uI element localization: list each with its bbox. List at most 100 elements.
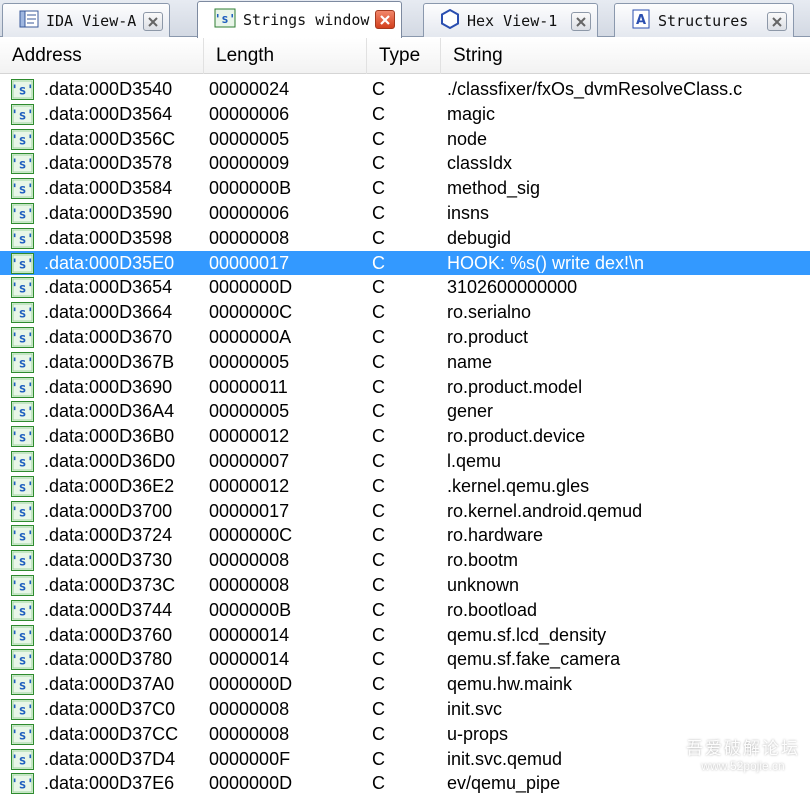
string-cell: classIdx bbox=[447, 153, 513, 174]
length-cell: 0000000C bbox=[209, 525, 293, 546]
close-icon[interactable] bbox=[767, 12, 787, 31]
type-cell: C bbox=[372, 649, 385, 670]
table-row[interactable]: 's' .data:000D37C0 00000008 Cinit.svc bbox=[0, 697, 810, 722]
table-row[interactable]: 's' .data:000D3700 00000017 Cro.kernel.andr… bbox=[0, 499, 810, 524]
close-icon[interactable] bbox=[375, 10, 395, 29]
address-cell: .data:000D35E0 bbox=[44, 252, 175, 273]
table-row[interactable]: 's' .data:000D3584 0000000B Cmethod_sig bbox=[0, 176, 810, 201]
type-cell: C bbox=[372, 302, 385, 323]
string-icon: 's' bbox=[11, 773, 34, 795]
string-icon: 's' bbox=[11, 574, 34, 596]
svg-text:'s': 's' bbox=[11, 356, 34, 371]
string-icon: 's' bbox=[11, 103, 34, 125]
tab-hex-view-1[interactable]: Hex View-1 bbox=[423, 3, 598, 37]
type-cell: C bbox=[372, 178, 385, 199]
hex-view-icon bbox=[440, 8, 460, 33]
length-cell: 00000012 bbox=[209, 475, 290, 496]
length-cell: 0000000F bbox=[209, 748, 291, 769]
length-cell: 00000008 bbox=[209, 723, 290, 744]
table-row[interactable]: 's' .data:000D356C 00000005 Cnode bbox=[0, 127, 810, 152]
table-row[interactable]: 's' .data:000D3670 0000000A Cro.product bbox=[0, 325, 810, 350]
string-cell: method_sig bbox=[447, 178, 541, 199]
string-icon: 's' bbox=[11, 326, 34, 348]
length-cell: 0000000D bbox=[209, 277, 293, 298]
table-row[interactable]: 's' .data:000D36B0 00000012 Cro.product.dev… bbox=[0, 424, 810, 449]
type-cell: C bbox=[372, 227, 385, 248]
table-row[interactable]: 's' .data:000D367B 00000005 Cname bbox=[0, 350, 810, 375]
tab-strings-window[interactable]: 's' Strings window bbox=[197, 1, 402, 38]
svg-text:'s': 's' bbox=[11, 555, 34, 570]
type-cell: C bbox=[372, 376, 385, 397]
svg-text:'s': 's' bbox=[11, 183, 34, 198]
table-row[interactable]: 's' .data:000D3654 0000000D C 3102600000000 bbox=[0, 275, 810, 300]
type-cell: C bbox=[372, 426, 385, 447]
table-row[interactable]: 's' .data:000D3760 00000014 Cqemu.sf.lcd_de… bbox=[0, 623, 810, 648]
table-row[interactable]: 's' .data:000D3690 00000011 Cro.product.mod… bbox=[0, 375, 810, 400]
table-row[interactable]: 's' .data:000D3744 0000000B Cro.bootload bbox=[0, 598, 810, 623]
string-icon: 's' bbox=[11, 401, 34, 423]
string-icon: 's' bbox=[11, 624, 34, 646]
string-icon: 's' bbox=[11, 302, 34, 324]
address-cell: .data:000D367B bbox=[44, 351, 175, 372]
string-icon: 's' bbox=[11, 202, 34, 224]
table-row[interactable]: 's' .data:000D3540 00000024 C ./classfixer/f… bbox=[0, 77, 810, 102]
type-cell: C bbox=[372, 401, 385, 422]
table-row[interactable]: 's' .data:000D35E0 00000017 C HOOK: %s() wri… bbox=[0, 250, 810, 276]
length-cell: 00000014 bbox=[209, 649, 290, 670]
svg-text:'s': 's' bbox=[11, 381, 34, 396]
address-cell: .data:000D3760 bbox=[44, 624, 173, 645]
table-row[interactable]: 's' .data:000D3664 0000000C Cro.serialno bbox=[0, 300, 810, 325]
svg-text:'s': 's' bbox=[11, 579, 34, 594]
type-cell: C bbox=[372, 103, 385, 124]
type-cell: C bbox=[372, 723, 385, 744]
column-header-type[interactable]: Type bbox=[367, 38, 441, 74]
table-row[interactable]: 's' .data:000D3780 00000014 Cqemu.sf.fake_c… bbox=[0, 647, 810, 672]
table-row[interactable]: 's' .data:000D3578 00000009 CclassIdx bbox=[0, 151, 810, 176]
table-row[interactable]: 's' .data:000D36E2 00000012 C .kernel.qemu.g… bbox=[0, 474, 810, 499]
table-row[interactable]: 's' .data:000D36A4 00000005 Cgener bbox=[0, 399, 810, 424]
column-header-address[interactable]: Address bbox=[0, 38, 204, 74]
address-cell: .data:000D3578 bbox=[44, 153, 173, 174]
svg-text:'s': 's' bbox=[11, 406, 34, 421]
string-icon: 's' bbox=[11, 450, 34, 472]
length-cell: 0000000A bbox=[209, 326, 292, 347]
close-icon[interactable] bbox=[571, 12, 591, 31]
table-row[interactable]: 's' .data:000D3564 00000006 Cmagic bbox=[0, 102, 810, 127]
table-row[interactable]: 's' .data:000D3590 00000006 Cinsns bbox=[0, 201, 810, 226]
string-icon: 's' bbox=[11, 227, 34, 249]
svg-text:'s': 's' bbox=[11, 679, 34, 694]
column-header-length[interactable]: Length bbox=[204, 38, 367, 74]
tab-structures[interactable]: A Structures bbox=[614, 3, 794, 37]
string-icon: 's' bbox=[11, 426, 34, 448]
column-header-string[interactable]: String bbox=[441, 38, 810, 74]
address-cell: .data:000D36E2 bbox=[44, 475, 175, 496]
length-cell: 0000000C bbox=[209, 302, 293, 323]
tab-label: IDA View-A bbox=[46, 11, 137, 30]
tab-bar: IDA View-A 's' Strings window Hex View-1 bbox=[0, 0, 810, 38]
type-cell: C bbox=[372, 698, 385, 719]
string-cell: unknown bbox=[447, 574, 520, 595]
string-icon: 's' bbox=[11, 351, 34, 373]
table-row[interactable]: 's' .data:000D3730 00000008 Cro.bootm bbox=[0, 548, 810, 573]
tab-ida-view-a[interactable]: IDA View-A bbox=[2, 3, 170, 37]
address-cell: .data:000D3540 bbox=[44, 79, 173, 99]
close-icon[interactable] bbox=[143, 12, 163, 31]
string-cell: insns bbox=[447, 202, 490, 223]
length-cell: 00000005 bbox=[209, 351, 290, 372]
type-cell: C bbox=[372, 351, 385, 372]
table-row[interactable]: 's' .data:000D3724 0000000C Cro.hardware bbox=[0, 523, 810, 548]
address-cell: .data:000D356C bbox=[44, 128, 176, 149]
table-row[interactable]: 's' .data:000D36D0 00000007 Cl.qemu bbox=[0, 449, 810, 474]
address-cell: .data:000D3584 bbox=[44, 178, 173, 199]
svg-text:'s': 's' bbox=[11, 455, 34, 470]
svg-text:'s': 's' bbox=[11, 629, 34, 644]
string-icon: 's' bbox=[11, 649, 34, 671]
table-row[interactable]: 's' .data:000D373C 00000008 Cunknown bbox=[0, 573, 810, 598]
address-cell: .data:000D3744 bbox=[44, 599, 173, 620]
table-row[interactable]: 's' .data:000D37E6 0000000D Cev/qemu_pipe bbox=[0, 771, 810, 796]
address-cell: .data:000D37E6 bbox=[44, 773, 175, 794]
table-row[interactable]: 's' .data:000D3598 00000008 Cdebugid bbox=[0, 226, 810, 251]
string-icon: 's' bbox=[11, 153, 34, 175]
table-row[interactable]: 's' .data:000D37A0 0000000D Cqemu.hw.maink bbox=[0, 672, 810, 697]
svg-text:'s': 's' bbox=[11, 207, 34, 222]
